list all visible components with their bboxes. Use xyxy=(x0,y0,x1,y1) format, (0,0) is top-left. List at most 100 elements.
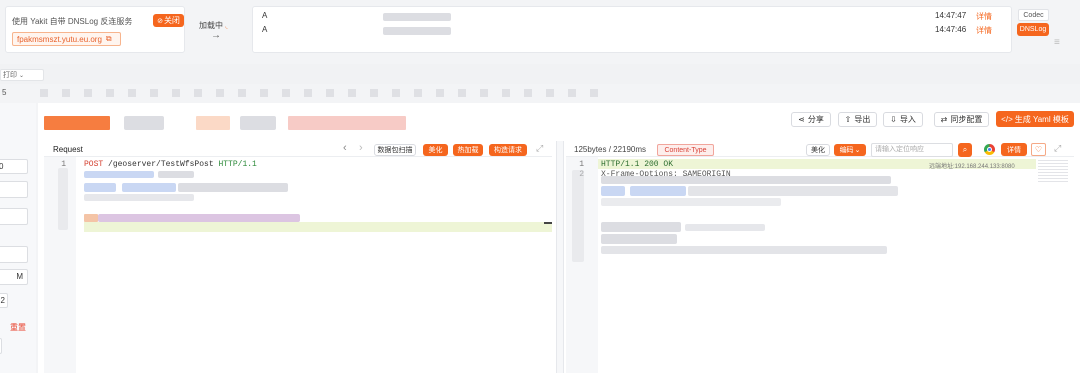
request-title: Request xyxy=(53,145,83,154)
construct-request-button[interactable]: 构造请求 xyxy=(489,144,527,156)
export-label: 导出 xyxy=(854,115,871,124)
title-blurred-orange xyxy=(196,116,230,130)
blurred-body xyxy=(98,214,300,222)
blurred-response xyxy=(601,176,891,184)
response-status-line: HTTP/1.1 200 OK xyxy=(601,160,674,169)
share-label: 分享 xyxy=(807,115,824,124)
sync-config-button[interactable]: ⇄ 同步配置 xyxy=(934,112,989,127)
record-time: 14:47:46 xyxy=(935,25,967,34)
request-beautify-button[interactable]: 美化 xyxy=(423,144,448,156)
packet-scan-button[interactable]: 数据包扫描 xyxy=(374,144,416,156)
record-type: A xyxy=(262,11,268,20)
sidebar-reset-link[interactable]: 重置 xyxy=(10,322,26,333)
content-type-tag[interactable]: Content-Type xyxy=(657,144,714,156)
blurred-response xyxy=(630,186,686,196)
sidebar-field-value: 2 xyxy=(0,296,5,305)
record-type: A xyxy=(262,25,268,34)
close-dnslog-button[interactable]: ⊘ 关闭 xyxy=(153,14,184,27)
sidebar-field[interactable]: 2 xyxy=(0,293,8,308)
record-row[interactable]: A 14:47:47 详情 xyxy=(253,11,1011,22)
spinner-icon: ◟ xyxy=(225,24,228,30)
arrow-right-icon: → xyxy=(211,30,221,41)
editor-cursor-mark xyxy=(544,222,552,224)
blurred-header xyxy=(84,183,116,192)
record-time: 14:47:47 xyxy=(935,11,967,20)
sidebar-field[interactable]: M xyxy=(0,269,28,285)
chevron-down-icon: ⌄ xyxy=(854,147,861,154)
request-path: /geoserver/TestWfsPost xyxy=(108,160,214,169)
chevron-down-icon: ⌄ xyxy=(18,73,24,79)
editor-divider[interactable] xyxy=(556,141,564,373)
heart-icon[interactable]: ♡ xyxy=(1031,143,1046,156)
export-button[interactable]: ⇧ 导出 xyxy=(838,112,877,127)
share-button[interactable]: ⋖ 分享 xyxy=(791,112,831,127)
title-blurred-red xyxy=(288,116,406,130)
blurred-header xyxy=(158,171,194,178)
dnslog-tab-button[interactable]: DNSLog xyxy=(1017,23,1049,36)
blurred-body-orange xyxy=(84,214,98,222)
sidebar-field[interactable] xyxy=(0,181,28,198)
tab-fragment[interactable]: 打印 ⌄ xyxy=(0,69,44,81)
blurred-header xyxy=(178,183,288,192)
dnslog-info-card: 使用 Yakit 自带 DNSLog 反连服务 ⊘ 关闭 fpakmsmszt.… xyxy=(5,6,185,53)
request-line-1: POST /geoserver/TestWfsPost HTTP/1.1 xyxy=(84,160,257,169)
loading-label: 加载中 xyxy=(199,21,223,30)
hot-load-button[interactable]: 热加载 xyxy=(453,144,483,156)
dnslog-domain-tag[interactable]: fpakmsmszt.yutu.eu.org ⧉ xyxy=(12,32,121,46)
copy-icon[interactable]: ⧉ xyxy=(106,34,112,44)
expand-icon[interactable]: ⤢ xyxy=(536,143,543,154)
close-circle-icon: ⊘ xyxy=(157,17,163,25)
request-editor[interactable] xyxy=(44,157,552,373)
blurred-header xyxy=(122,183,176,192)
encoding-select[interactable]: 编码 ⌄ xyxy=(834,144,866,156)
import-icon: ⇩ xyxy=(890,115,897,124)
code-icon: </> xyxy=(1001,114,1013,124)
response-beautify-button[interactable]: 美化 xyxy=(806,144,830,156)
blurred-response xyxy=(601,186,625,196)
prev-arrow-icon[interactable]: ‹ xyxy=(343,142,347,154)
blurred-gutter xyxy=(58,168,68,230)
record-domain-blurred xyxy=(383,27,451,35)
record-detail-link[interactable]: 详情 xyxy=(976,11,992,22)
blurred-response xyxy=(685,224,765,231)
sidebar-field[interactable] xyxy=(0,338,2,354)
blurred-response xyxy=(601,246,887,254)
sidebar-field[interactable] xyxy=(0,208,28,225)
sidebar-field[interactable]: 0 xyxy=(0,159,28,174)
response-stats: 125bytes / 22190ms xyxy=(574,145,647,154)
blurred-header xyxy=(84,171,154,178)
chrome-browser-icon[interactable] xyxy=(984,144,995,155)
blurred-response xyxy=(601,198,781,206)
sidebar-field[interactable] xyxy=(0,246,28,263)
blurred-response xyxy=(601,222,681,232)
highlight-line xyxy=(84,222,552,232)
import-button[interactable]: ⇩ 导入 xyxy=(883,112,923,127)
sidebar-field-value: 0 xyxy=(0,162,4,171)
blurred-response xyxy=(688,186,898,196)
record-row[interactable]: A 14:47:46 详情 xyxy=(253,25,1011,36)
generate-yaml-button[interactable]: </> 生成 Yaml 模板 xyxy=(996,111,1074,127)
sort-icon[interactable]: ≡ xyxy=(1054,37,1060,48)
top-number: 5 xyxy=(2,88,7,97)
tab-strip xyxy=(0,64,1080,84)
expand-icon[interactable]: ⤢ xyxy=(1054,143,1061,154)
blurred-gutter xyxy=(572,170,584,262)
http-protocol: HTTP/1.1 xyxy=(218,160,257,169)
title-blurred xyxy=(240,116,276,130)
close-label: 关闭 xyxy=(163,16,180,25)
minimap[interactable] xyxy=(1038,160,1068,182)
codec-button[interactable]: Codec xyxy=(1018,9,1049,21)
record-detail-link[interactable]: 详情 xyxy=(976,25,992,36)
encoding-label: 编码 xyxy=(839,147,854,154)
next-arrow-icon[interactable]: › xyxy=(359,142,363,154)
response-search-input[interactable]: 请输入定位响应 xyxy=(871,143,953,157)
blurred-header xyxy=(84,194,194,201)
line-number: 1 xyxy=(579,160,584,169)
response-detail-button[interactable]: 详情 xyxy=(1001,143,1027,156)
title-highlight-blurred xyxy=(44,116,110,130)
import-label: 导入 xyxy=(899,115,916,124)
yaml-label: 生成 Yaml 模板 xyxy=(1014,114,1069,124)
blurred-response xyxy=(601,234,677,244)
dnslog-description: 使用 Yakit 自带 DNSLog 反连服务 xyxy=(12,17,133,26)
search-button[interactable]: ⌕ xyxy=(958,143,972,157)
